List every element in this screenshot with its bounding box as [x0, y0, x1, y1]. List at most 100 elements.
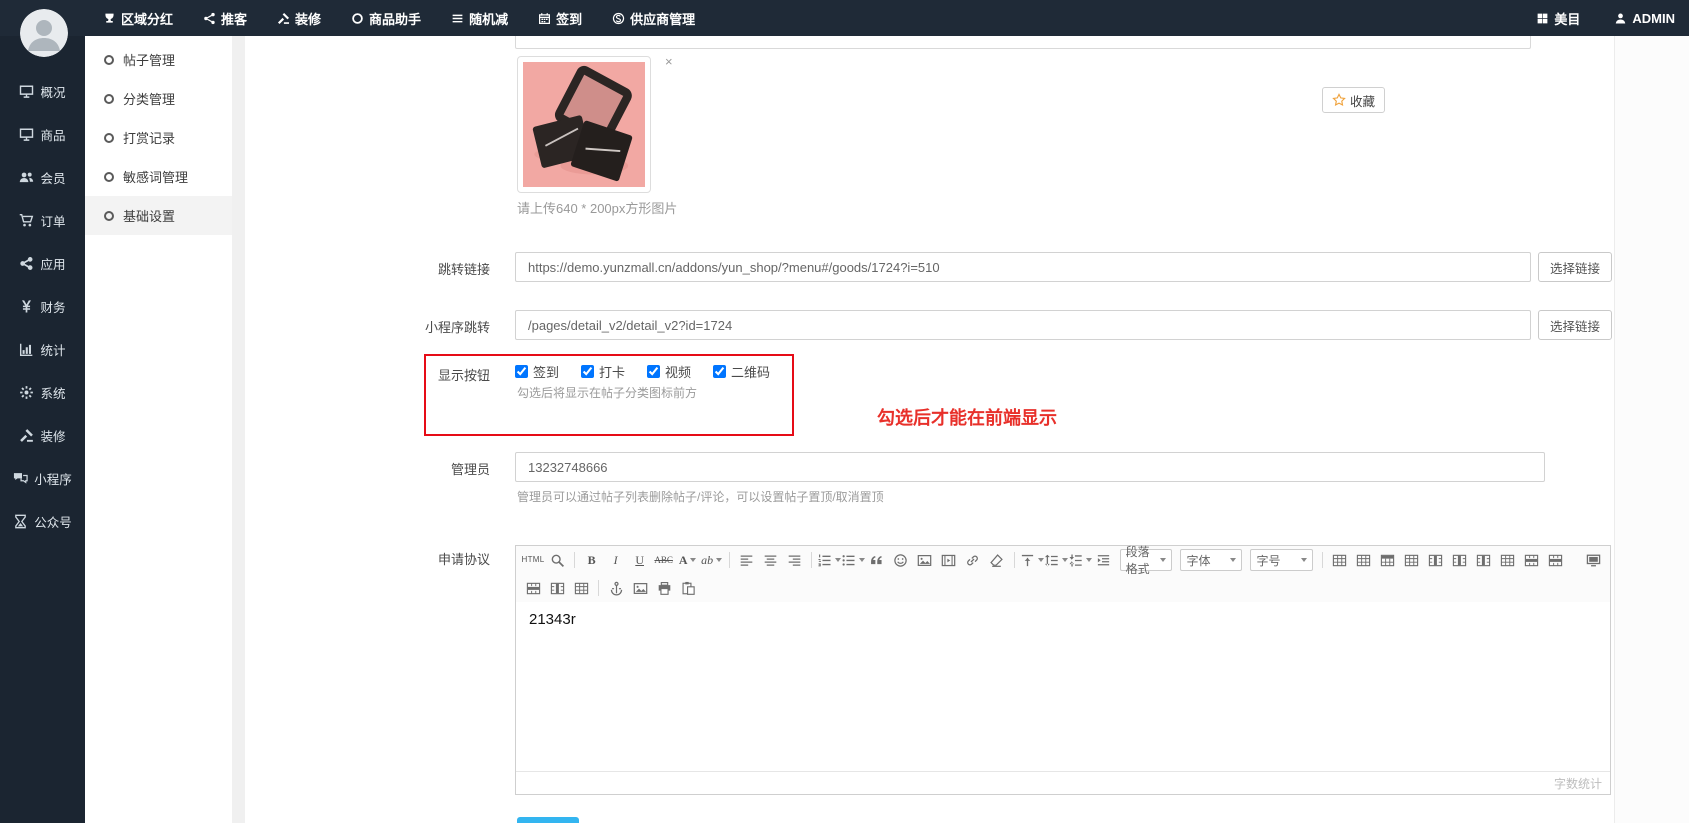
sidebar-item-finance[interactable]: 财务 — [0, 285, 85, 328]
unordered-list-button[interactable] — [842, 549, 864, 571]
row-operations-button[interactable] — [522, 577, 544, 599]
scrollbar-track[interactable] — [232, 36, 245, 823]
bold-button[interactable]: B — [581, 549, 603, 571]
indent-button[interactable] — [1093, 549, 1115, 571]
font-color-button[interactable]: A — [677, 549, 699, 571]
avatar[interactable] — [20, 9, 68, 57]
fullscreen-button[interactable] — [1582, 549, 1604, 571]
checkbox-option-punch-card[interactable]: 打卡 — [581, 362, 625, 381]
jump-link-select-button[interactable]: 选择链接 — [1538, 252, 1612, 282]
checkbox-option-sign-in[interactable]: 签到 — [515, 362, 559, 381]
insert-link-button[interactable] — [962, 549, 984, 571]
nav-item-decoration[interactable]: 装修 — [277, 9, 321, 28]
align-right-button[interactable] — [783, 549, 805, 571]
sidebar-item-goods[interactable]: 商品 — [0, 113, 85, 156]
checkbox-qrcode[interactable] — [713, 365, 726, 378]
sidebar-item-apps[interactable]: 应用 — [0, 242, 85, 285]
paste-button[interactable] — [677, 577, 699, 599]
nav-item-goods-helper[interactable]: 商品助手 — [351, 9, 421, 28]
preview-button[interactable] — [546, 549, 568, 571]
column-operations-button[interactable] — [546, 577, 568, 599]
caret-down-icon — [859, 558, 865, 562]
submenu-item-basic-settings[interactable]: 基础设置 — [85, 196, 232, 235]
toolbar-separator — [729, 552, 730, 568]
strikethrough-button[interactable]: ABC — [653, 549, 675, 571]
favorite-button[interactable]: 收藏 — [1322, 87, 1385, 113]
nav-item-supplier-management[interactable]: 供应商管理 — [612, 9, 695, 28]
font-family-select[interactable]: 字体 — [1180, 549, 1242, 571]
submenu-item-category-management[interactable]: 分类管理 — [85, 79, 232, 118]
ordered-list-button[interactable] — [818, 549, 840, 571]
checkbox-option-qrcode[interactable]: 二维码 — [713, 362, 770, 381]
insert-table-button[interactable] — [1328, 549, 1350, 571]
checkbox-video[interactable] — [647, 365, 660, 378]
delete-column-button[interactable] — [1472, 549, 1494, 571]
truncated-input[interactable] — [515, 36, 1531, 49]
sidebar-item-members[interactable]: 会员 — [0, 156, 85, 199]
print-button[interactable] — [653, 577, 675, 599]
nav-item-random-discount[interactable]: 随机减 — [451, 9, 508, 28]
highlight-color-button[interactable]: ab — [701, 549, 723, 571]
merge-cells-button[interactable] — [1400, 549, 1422, 571]
sidebar-item-official-account[interactable]: 公众号 — [0, 500, 85, 543]
cell-properties-button[interactable] — [1496, 549, 1518, 571]
line-height-button[interactable] — [1045, 549, 1067, 571]
emoji-button[interactable] — [890, 549, 912, 571]
vertical-align-button[interactable] — [1021, 549, 1043, 571]
checkbox-sign-in[interactable] — [515, 365, 528, 378]
remove-image-icon[interactable]: × — [665, 55, 673, 68]
sidebar-item-statistics[interactable]: 统计 — [0, 328, 85, 371]
table-header-button[interactable] — [1376, 549, 1398, 571]
checkbox-punch-card[interactable] — [581, 365, 594, 378]
sidebar-item-decoration[interactable]: 装修 — [0, 414, 85, 457]
remove-format-button[interactable] — [986, 549, 1008, 571]
table-icon — [1404, 553, 1419, 568]
sidebar-item-orders[interactable]: 订单 — [0, 199, 85, 242]
sidebar-item-mini-program[interactable]: 小程序 — [0, 457, 85, 500]
checkbox-option-video[interactable]: 视频 — [647, 362, 691, 381]
toolbar-separator — [811, 552, 812, 568]
nav-item-sign-in[interactable]: 签到 — [538, 9, 582, 28]
mini-jump-select-button[interactable]: 选择链接 — [1538, 310, 1612, 340]
sidebar-item-system[interactable]: 系统 — [0, 371, 85, 414]
underline-button[interactable]: U — [629, 549, 651, 571]
media-icon — [941, 553, 956, 568]
insert-row-button[interactable] — [1520, 549, 1542, 571]
italic-button[interactable]: I — [605, 549, 627, 571]
grid-operations-button[interactable] — [570, 577, 592, 599]
nav-item-region-dividend[interactable]: 区域分红 — [103, 9, 173, 28]
align-left-button[interactable] — [735, 549, 757, 571]
blockquote-button[interactable] — [866, 549, 888, 571]
submenu-item-post-management[interactable]: 帖子管理 — [85, 40, 232, 79]
font-size-select[interactable]: 字号 — [1250, 549, 1312, 571]
paragraph-spacing-button[interactable] — [1069, 549, 1091, 571]
nav-item-mall-switcher[interactable]: 美目 — [1536, 9, 1580, 28]
submit-button-partial[interactable] — [517, 817, 579, 823]
source-code-button[interactable]: HTML — [522, 549, 544, 571]
insert-column-right-button[interactable] — [1448, 549, 1470, 571]
jump-link-label: 跳转链接 — [245, 259, 490, 278]
align-center-button[interactable] — [759, 549, 781, 571]
insert-media-button[interactable] — [938, 549, 960, 571]
table-properties-button[interactable] — [1352, 549, 1374, 571]
insert-column-left-button[interactable] — [1424, 549, 1446, 571]
editor-content[interactable]: 21343r — [516, 602, 1610, 771]
mini-jump-input[interactable] — [515, 310, 1531, 340]
insert-image-button[interactable] — [914, 549, 936, 571]
delete-row-button[interactable] — [1544, 549, 1566, 571]
jump-link-input[interactable] — [515, 252, 1531, 282]
admin-input[interactable] — [515, 452, 1545, 482]
upload-thumbnail[interactable] — [517, 56, 651, 193]
nav-item-promoter[interactable]: 推客 — [203, 9, 247, 28]
submenu-item-sensitive-words[interactable]: 敏感词管理 — [85, 157, 232, 196]
image-map-button[interactable] — [629, 577, 651, 599]
strikethrough-button-glyph: ABC — [654, 556, 673, 565]
valign-icon — [1020, 553, 1035, 568]
anchor-button[interactable] — [605, 577, 627, 599]
circle-icon — [351, 12, 364, 25]
paragraph-format-select[interactable]: 段落格式 — [1120, 549, 1173, 571]
submenu-item-reward-records[interactable]: 打赏记录 — [85, 118, 232, 157]
sidebar-item-overview[interactable]: 概况 — [0, 70, 85, 113]
checkbox-label: 签到 — [533, 362, 559, 381]
nav-item-admin-account[interactable]: ADMIN — [1614, 11, 1675, 26]
